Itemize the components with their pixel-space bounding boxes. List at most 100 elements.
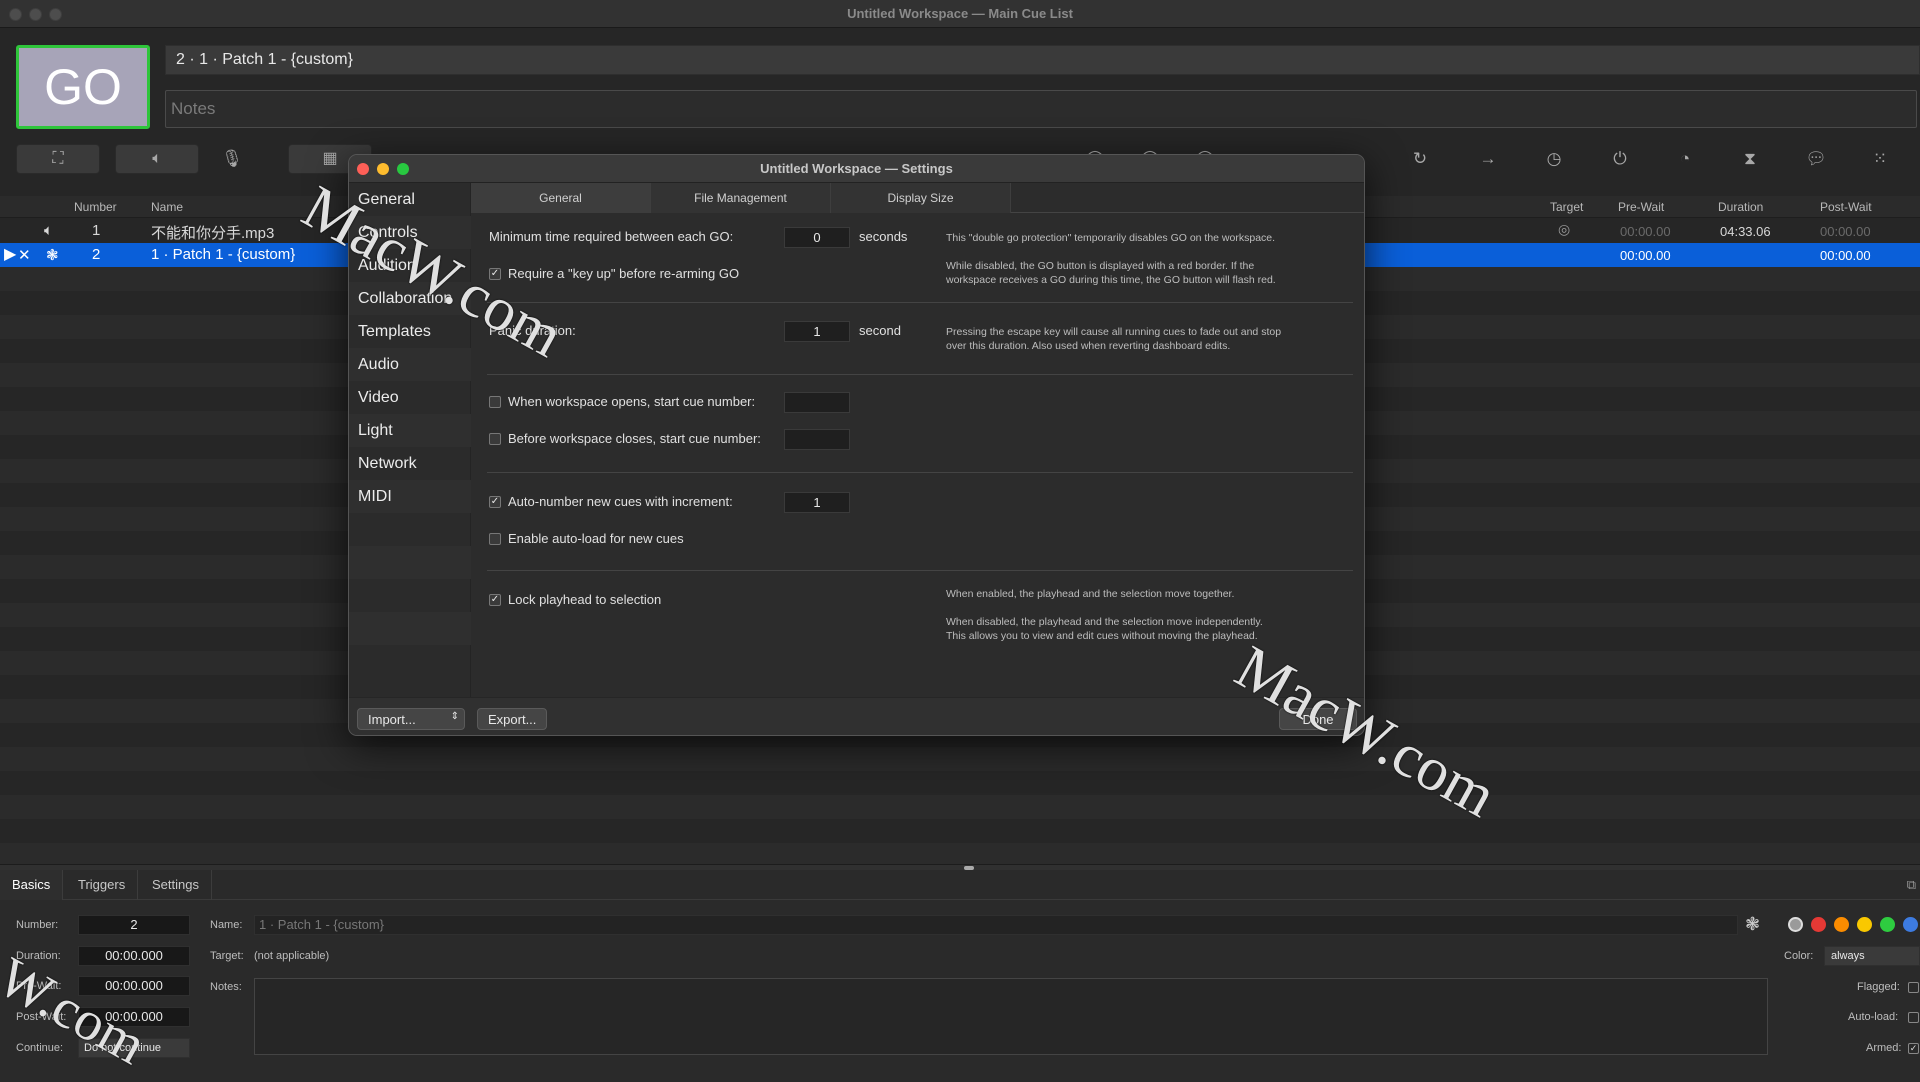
- inspector-notes-field[interactable]: [254, 978, 1768, 1055]
- sidebar-item-light[interactable]: Light: [349, 414, 471, 447]
- column-name[interactable]: Name: [151, 200, 183, 214]
- light-cue-icon: ❃: [46, 247, 59, 264]
- color-swatch[interactable]: [1834, 917, 1849, 932]
- prewait-field[interactable]: 00:00.000: [78, 976, 190, 996]
- armed-checkbox[interactable]: ✓: [1908, 1043, 1919, 1054]
- sidebar-item-network[interactable]: Network: [349, 447, 471, 480]
- color-label: Color:: [1784, 950, 1814, 962]
- export-button[interactable]: Export...: [477, 708, 548, 730]
- sidebar-item-audition[interactable]: Audition: [349, 249, 471, 282]
- divider: [487, 302, 1353, 303]
- audio-cue-button[interactable]: 🔈︎: [115, 144, 199, 174]
- divider: [487, 374, 1353, 375]
- postwait-field[interactable]: 00:00.000: [78, 1007, 190, 1027]
- opens-checkbox[interactable]: [489, 396, 501, 408]
- column-target[interactable]: Target: [1550, 200, 1583, 214]
- sidebar-item-midi[interactable]: MIDI: [349, 480, 471, 513]
- autoload-label: Enable auto-load for new cues: [508, 531, 684, 546]
- color-swatch[interactable]: [1857, 917, 1872, 932]
- cue-post-wait: 00:00.00: [1820, 224, 1871, 239]
- column-duration[interactable]: Duration: [1718, 200, 1763, 214]
- cue-pre-wait: 00:00.00: [1620, 224, 1671, 239]
- goto-cue-button[interactable]: →: [1468, 144, 1508, 174]
- autonum-checkbox[interactable]: ✓: [489, 496, 501, 508]
- pause-cue-button[interactable]: ◔: [1665, 144, 1705, 174]
- tab-general[interactable]: General: [471, 183, 651, 213]
- popout-icon[interactable]: ⧉: [1907, 877, 1916, 893]
- name-field[interactable]: 1 · Patch 1 - {custom}: [254, 915, 1738, 935]
- tab-triggers[interactable]: Triggers: [66, 870, 139, 900]
- done-button[interactable]: Done: [1279, 708, 1357, 730]
- closes-checkbox[interactable]: [489, 433, 501, 445]
- column-post-wait[interactable]: Post-Wait: [1820, 200, 1872, 214]
- duration-field[interactable]: 00:00.000: [78, 946, 190, 966]
- column-number[interactable]: Number: [74, 200, 117, 214]
- notes-label: Notes:: [210, 981, 242, 993]
- sidebar-item-video[interactable]: Video: [349, 381, 471, 414]
- tab-basics[interactable]: Basics: [0, 870, 64, 900]
- flagged-label: Flagged:: [1857, 981, 1900, 993]
- dialog-minimize-button[interactable]: [377, 163, 389, 175]
- autoload-checkbox[interactable]: [489, 533, 501, 545]
- color-swatch[interactable]: [1788, 917, 1803, 932]
- flagged-checkbox[interactable]: [1908, 982, 1919, 993]
- cue-post-wait: 00:00.00: [1820, 248, 1871, 263]
- wait-cue-button[interactable]: ⧗: [1730, 144, 1770, 174]
- color-swatch[interactable]: [1880, 917, 1895, 932]
- color-select[interactable]: always: [1824, 946, 1920, 966]
- dialog-close-button[interactable]: [357, 163, 369, 175]
- autonum-field[interactable]: 1: [784, 492, 850, 513]
- notes-field[interactable]: Notes: [165, 90, 1917, 128]
- lock-help-2b: This allows you to view and edit cues wi…: [946, 630, 1258, 642]
- speech-bubble-icon: 💬︎: [1805, 149, 1827, 168]
- number-field[interactable]: 2: [78, 915, 190, 935]
- sidebar-empty: [349, 645, 471, 678]
- restart-cue-button[interactable]: ↻: [1400, 144, 1440, 174]
- timer-cue-button[interactable]: ◷: [1534, 144, 1574, 174]
- import-button[interactable]: Import... ⇕: [357, 708, 465, 730]
- lock-playhead-checkbox[interactable]: ✓: [489, 594, 501, 606]
- sidebar-empty: [349, 579, 471, 612]
- min-go-field[interactable]: 0: [784, 227, 850, 248]
- sidebar-item-collaboration[interactable]: Collaboration: [349, 282, 471, 315]
- prewait-label: Pre-Wait:: [16, 980, 62, 992]
- continue-select[interactable]: Do not continue: [78, 1038, 190, 1058]
- stop-cue-button[interactable]: ⏻: [1600, 144, 1640, 174]
- grid-icon: ⁙: [1872, 149, 1888, 168]
- fullscreen-button[interactable]: ⛶: [16, 144, 100, 174]
- group-cue-button[interactable]: ⁙: [1860, 144, 1900, 174]
- color-swatch[interactable]: [1811, 917, 1826, 932]
- divider: [487, 570, 1353, 571]
- key-up-checkbox[interactable]: ✓: [489, 268, 501, 280]
- empty-row: [0, 795, 1920, 819]
- autoload-checkbox[interactable]: [1908, 1012, 1919, 1023]
- min-go-help: This "double go protection" temporarily …: [946, 232, 1276, 244]
- sidebar-item-general[interactable]: General: [349, 183, 471, 216]
- opens-label: When workspace opens, start cue number:: [508, 394, 756, 409]
- memo-cue-button[interactable]: 💬︎: [1796, 144, 1836, 174]
- inspector-tabs: Basics Triggers Settings ⧉: [0, 870, 1920, 900]
- number-label: Number:: [16, 919, 59, 931]
- panic-field[interactable]: 1: [784, 321, 850, 342]
- opens-cue-field[interactable]: [784, 392, 850, 413]
- sidebar-empty: [349, 612, 471, 645]
- tab-file-management[interactable]: File Management: [651, 183, 831, 213]
- inspector-panel: Number: 2 Duration: 00:00.000 Pre-Wait: …: [0, 900, 1920, 1082]
- speaker-icon: 🔈︎: [152, 150, 162, 167]
- sidebar-item-templates[interactable]: Templates: [349, 315, 471, 348]
- sidebar-item-controls[interactable]: Controls: [349, 216, 471, 249]
- autoload-label: Auto-load:: [1848, 1011, 1899, 1023]
- tab-settings[interactable]: Settings: [140, 870, 212, 900]
- cue-number: 2: [92, 246, 101, 263]
- closes-cue-field[interactable]: [784, 429, 850, 450]
- column-pre-wait[interactable]: Pre-Wait: [1618, 200, 1664, 214]
- timer-icon: ◷: [1546, 149, 1562, 168]
- go-button[interactable]: GO: [16, 45, 150, 129]
- continue-label: Continue:: [16, 1042, 64, 1054]
- tab-display-size[interactable]: Display Size: [831, 183, 1011, 213]
- mic-cue-button[interactable]: 🎙︎: [212, 144, 252, 174]
- dialog-zoom-button[interactable]: [397, 163, 409, 175]
- sidebar-item-audio[interactable]: Audio: [349, 348, 471, 381]
- restart-icon: ↻: [1412, 149, 1428, 168]
- color-swatch[interactable]: [1903, 917, 1918, 932]
